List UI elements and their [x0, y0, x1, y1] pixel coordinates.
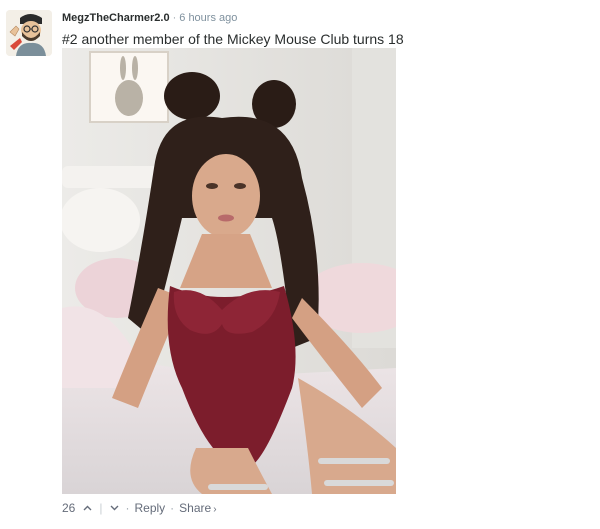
- photo-illustration: [62, 48, 396, 494]
- reply-button[interactable]: Reply: [134, 501, 165, 515]
- username[interactable]: MegzTheCharmer2.0: [62, 12, 170, 24]
- footer-bullet-2: ·: [170, 501, 175, 515]
- comment-header: MegzTheCharmer2.0 · 6 hours ago: [62, 12, 237, 24]
- header-separator: ·: [172, 12, 177, 24]
- avatar-cartoon: [6, 10, 52, 56]
- upvote-button[interactable]: [81, 502, 93, 514]
- vote-divider: |: [99, 501, 103, 515]
- share-chevron-icon: ›: [213, 504, 217, 515]
- share-button[interactable]: Share ›: [179, 501, 216, 515]
- comment-footer: 26 | · Reply · Share ›: [62, 501, 217, 515]
- comment-text: #2 another member of the Mickey Mouse Cl…: [62, 31, 404, 47]
- avatar[interactable]: [6, 10, 52, 56]
- chevron-up-icon: [83, 505, 92, 511]
- footer-bullet-1: ·: [125, 501, 130, 515]
- chevron-down-icon: [110, 505, 119, 511]
- downvote-button[interactable]: [108, 502, 120, 514]
- share-label: Share: [179, 501, 212, 515]
- comment-image[interactable]: [62, 48, 396, 494]
- vote-count: 26: [62, 501, 76, 515]
- timestamp[interactable]: 6 hours ago: [179, 12, 237, 24]
